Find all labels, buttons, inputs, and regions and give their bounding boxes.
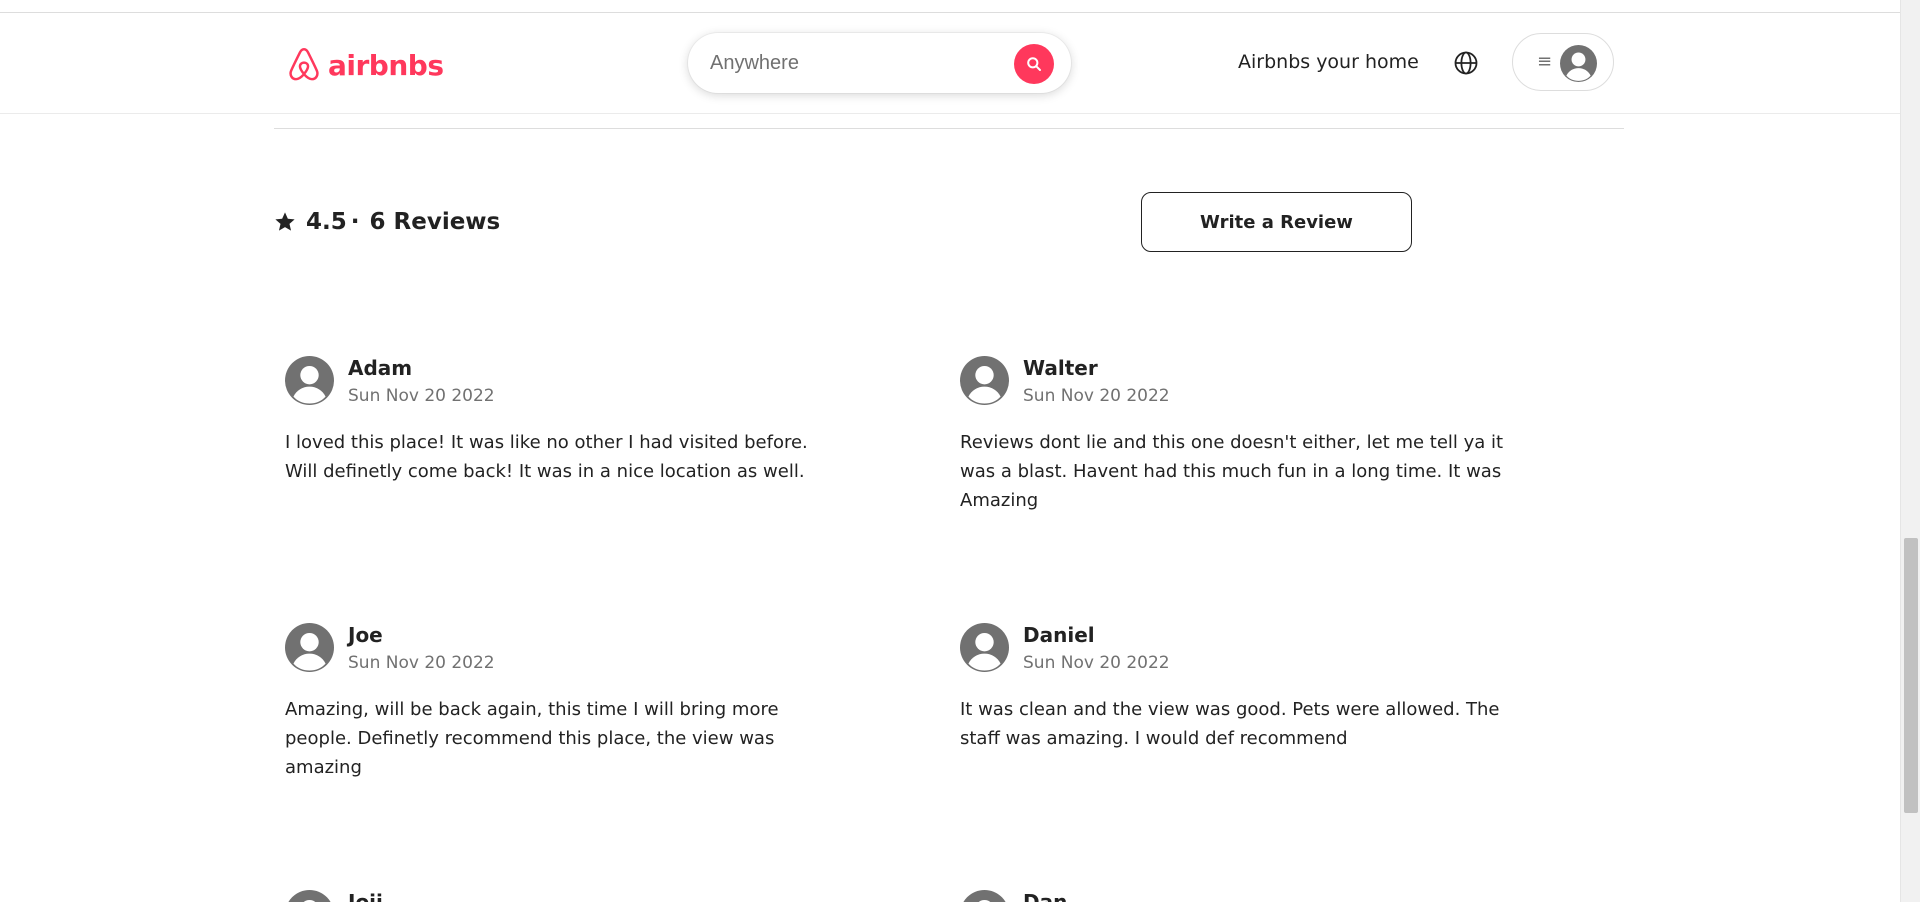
section-divider (274, 128, 1624, 129)
globe-icon[interactable] (1453, 50, 1479, 76)
rating-summary: 4.5 · 6 Reviews (274, 205, 500, 239)
reviewer-name: Walter (1023, 356, 1098, 380)
reviewer-avatar-icon (963, 890, 1006, 902)
user-avatar-icon (1560, 45, 1597, 82)
rating-value: 4.5 (306, 209, 347, 235)
reviewer-name: Daniel (1023, 623, 1095, 647)
review-date: Sun Nov 20 2022 (1023, 386, 1170, 406)
hamburger-icon: ≡ (1537, 51, 1553, 72)
reviewer-name: Adam (348, 356, 413, 380)
review-text: I loved this place! It was like no other… (285, 432, 808, 482)
star-icon (275, 212, 295, 231)
logo[interactable]: airbnbs (286, 45, 444, 85)
site-header: airbnbs Airbnbs your home ≡ (0, 13, 1900, 114)
review-text: It was clean and the view was good. Pets… (960, 699, 1500, 749)
rating-separator: · (350, 209, 360, 235)
host-your-home-link[interactable]: Airbnbs your home (1238, 51, 1419, 77)
logo-text: airbnbs (328, 48, 444, 82)
reviewer-avatar-icon (288, 890, 331, 902)
reviewer-avatar-icon (285, 623, 334, 672)
reviews-count: 6 Reviews (369, 209, 501, 235)
reviewer-name: Joe (348, 623, 383, 647)
reviewer-avatar-icon (960, 356, 1009, 405)
review-card: Joji (285, 890, 845, 902)
page-scrollbar[interactable] (1900, 0, 1920, 902)
search-bar[interactable] (688, 33, 1071, 93)
review-date: Sun Nov 20 2022 (1023, 653, 1170, 673)
reviewer-name: Dan (1023, 890, 1068, 902)
search-button[interactable] (1014, 44, 1054, 84)
review-card: Dan (960, 890, 1520, 902)
write-review-button[interactable]: Write a Review (1141, 192, 1412, 252)
reviewer-avatar-icon (960, 623, 1009, 672)
review-date: Sun Nov 20 2022 (348, 386, 495, 406)
reviewer-avatar-icon (285, 356, 334, 405)
review-text: Reviews dont lie and this one doesn't ei… (960, 432, 1504, 511)
browser-top-edge (0, 0, 1900, 13)
user-menu-button[interactable]: ≡ (1512, 33, 1614, 91)
airbnb-logo-icon (289, 48, 319, 81)
search-input[interactable] (708, 47, 998, 79)
search-icon (1027, 57, 1041, 71)
review-text: Amazing, will be back again, this time I… (285, 699, 779, 778)
scrollbar-thumb[interactable] (1904, 538, 1918, 813)
review-date: Sun Nov 20 2022 (348, 653, 495, 673)
reviewer-name: Joji (348, 890, 383, 902)
